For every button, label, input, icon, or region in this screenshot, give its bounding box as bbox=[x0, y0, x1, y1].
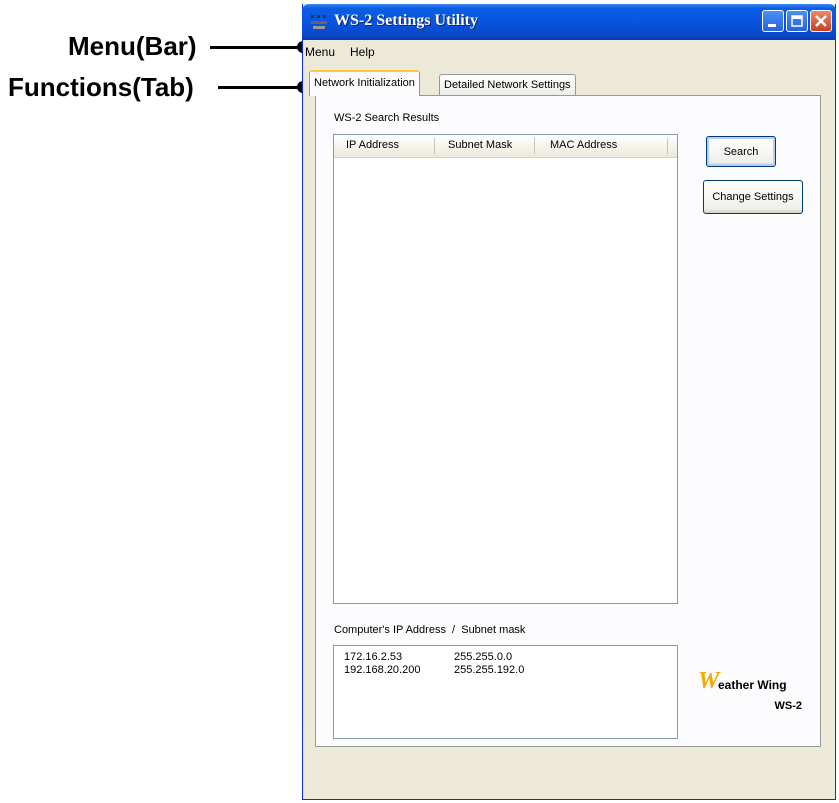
column-header-ip-address[interactable]: IP Address bbox=[346, 139, 399, 151]
search-button[interactable]: Search bbox=[706, 136, 776, 167]
list-item: 192.168.20.200 255.255.192.0 bbox=[344, 664, 524, 676]
annotation-functions-tab-label: Functions(Tab) bbox=[8, 72, 194, 102]
menu-bar: Menu Help bbox=[303, 40, 835, 66]
title-bar[interactable]: WS-2 Settings Utility bbox=[302, 4, 836, 40]
close-button[interactable] bbox=[810, 10, 832, 32]
search-results-list[interactable]: IP Address Subnet Mask MAC Address bbox=[333, 134, 678, 604]
search-results-label: WS-2 Search Results bbox=[334, 112, 440, 124]
list-header: IP Address Subnet Mask MAC Address bbox=[334, 135, 677, 158]
computer-ip-label: Computer's IP Address / Subnet mask bbox=[334, 624, 526, 636]
column-header-mac-address[interactable]: MAC Address bbox=[550, 139, 617, 151]
minimize-button[interactable] bbox=[762, 10, 784, 32]
tab-network-initialization[interactable]: Network Initialization bbox=[309, 70, 420, 96]
app-icon[interactable] bbox=[310, 13, 328, 31]
logo-model: WS-2 bbox=[774, 700, 803, 712]
subnet-mask: 255.255.192.0 bbox=[454, 664, 525, 676]
settings-window: WS-2 Settings Utility Menu Help Network … bbox=[302, 4, 836, 800]
column-header-subnet-mask[interactable]: Subnet Mask bbox=[448, 139, 512, 151]
annotation-functions-tab-pointer bbox=[218, 86, 300, 89]
column-separator[interactable] bbox=[534, 138, 535, 154]
ip-address: 192.168.20.200 bbox=[344, 664, 421, 676]
column-separator[interactable] bbox=[667, 138, 668, 154]
subnet-mask: 255.255.0.0 bbox=[454, 651, 513, 663]
computer-ip-list[interactable]: 172.16.2.53 255.255.0.0 192.168.20.200 2… bbox=[333, 645, 678, 739]
ip-address: 172.16.2.53 bbox=[344, 651, 403, 663]
column-separator[interactable] bbox=[434, 138, 435, 154]
annotation-menu-bar-pointer bbox=[210, 46, 300, 49]
tab-detailed-network-settings[interactable]: Detailed Network Settings bbox=[439, 74, 576, 96]
weather-wing-logo: W eather Wing WS-2 bbox=[696, 668, 804, 718]
annotation-menu-bar-label: Menu(Bar) bbox=[68, 31, 197, 61]
maximize-button[interactable] bbox=[786, 10, 808, 32]
list-item: 172.16.2.53 255.255.0.0 bbox=[344, 651, 512, 663]
logo-text: eather Wing bbox=[718, 678, 787, 692]
logo-initial: W bbox=[698, 668, 720, 694]
change-settings-button[interactable]: Change Settings bbox=[703, 180, 803, 214]
menu-item-menu[interactable]: Menu bbox=[305, 45, 335, 59]
window-title: WS-2 Settings Utility bbox=[334, 12, 478, 29]
menu-item-help[interactable]: Help bbox=[350, 45, 375, 59]
